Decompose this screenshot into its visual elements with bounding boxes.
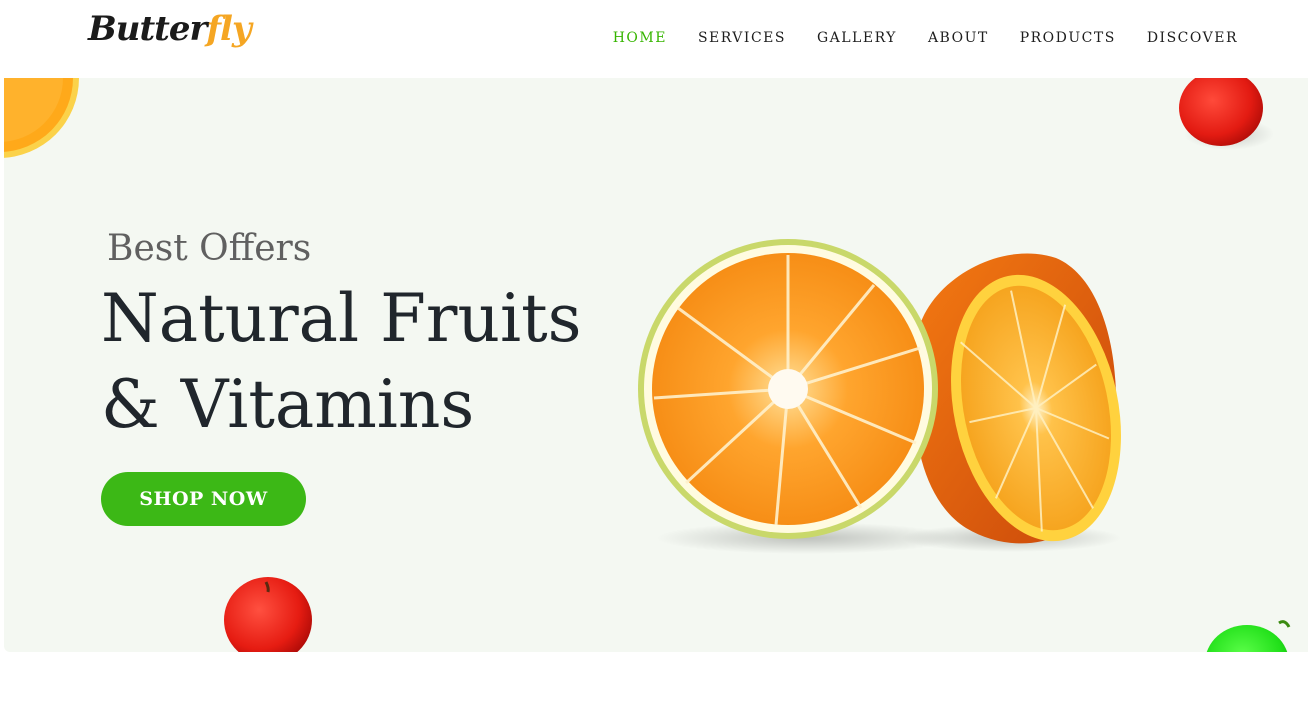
hero-banner: Best Offers Natural Fruits & Vitamins SH… [4,78,1308,652]
shop-now-button[interactable]: SHOP NOW [101,472,306,526]
nav-gallery[interactable]: GALLERY [817,28,897,48]
hero-title: Natural Fruits & Vitamins [101,276,581,448]
apple-image [1179,78,1274,150]
orange-slice-image [4,78,79,158]
nav-discover[interactable]: DISCOVER [1147,28,1238,48]
orange-halves-image [638,239,1121,554]
nav-services[interactable]: SERVICES [698,28,786,48]
main-nav: HOME SERVICES GALLERY ABOUT PRODUCTS DIS… [582,28,1238,48]
logo-text-main: Butter [88,9,207,49]
nav-products[interactable]: PRODUCTS [1020,28,1116,48]
hero-title-line1: Natural Fruits [101,280,582,357]
site-header: Butterfly HOME SERVICES GALLERY ABOUT PR… [4,0,1308,78]
logo-text-accent: fly [206,9,251,49]
page-footer-space [0,652,1310,718]
hero-title-line2: & Vitamins [101,366,475,443]
apple-image [224,577,312,652]
green-apple-image [1206,620,1291,652]
nav-about[interactable]: ABOUT [928,28,989,48]
nav-home[interactable]: HOME [613,28,667,48]
page: Butterfly HOME SERVICES GALLERY ABOUT PR… [0,0,1310,718]
logo[interactable]: Butterfly [88,9,252,49]
hero-eyebrow: Best Offers [107,228,312,269]
